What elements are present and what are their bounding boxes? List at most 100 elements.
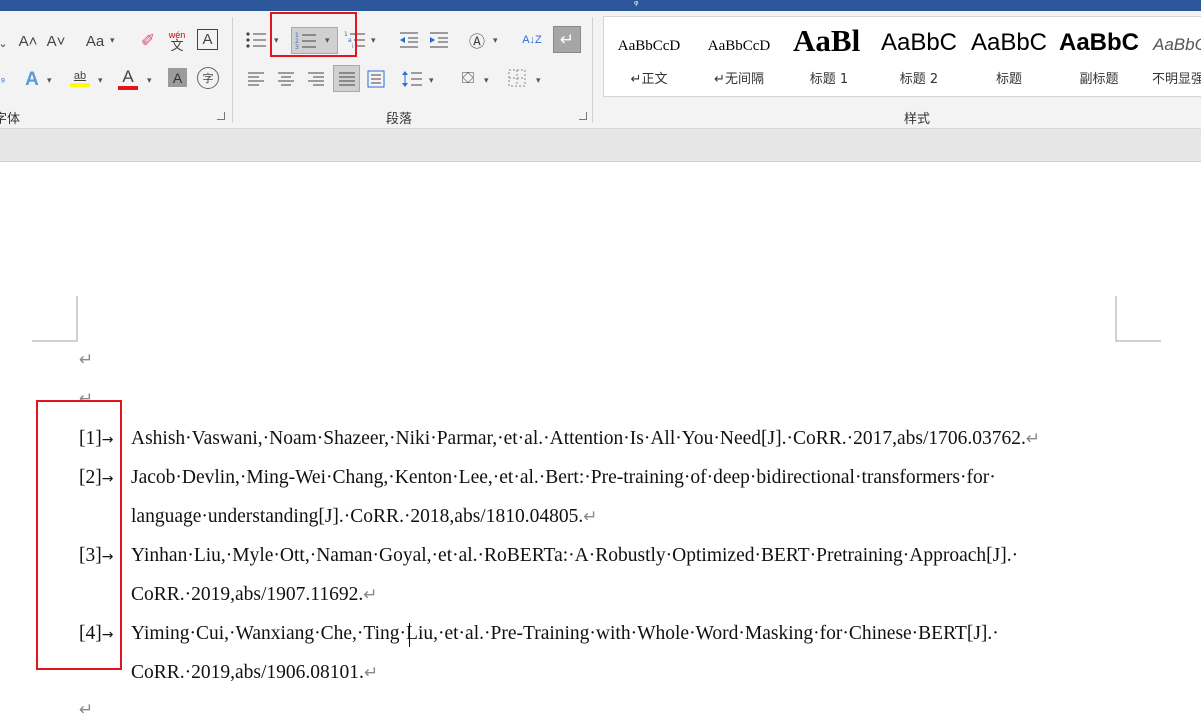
bullets-icon [246,32,266,48]
show-hide-marks-button[interactable]: ↵ [553,26,581,53]
paragraph-dialog-launcher-icon[interactable] [579,112,587,120]
font-color-button[interactable]: A [117,66,139,92]
style-normal[interactable]: AaBbCcD ↵正文 [604,17,694,96]
reference-line: Yiming·Cui,·Wanxiang·Che,·Ting·Liu,·et·a… [131,622,999,646]
empty-paragraph-mark: ↵ [79,700,94,720]
align-right-button[interactable] [306,69,326,89]
reference-text: CoRR.·2019,abs/1906.08101. [131,662,364,683]
reference-line: language·understanding[J].·CoRR.·2018,ab… [131,505,597,529]
style-sample: AaBbC [1058,29,1139,56]
style-subtle-emphasis[interactable]: AaBbC 不明显强 [1144,17,1201,96]
borders-icon [508,69,526,87]
justify-button[interactable] [333,65,360,92]
style-name: 标题 2 [899,72,939,87]
reference-text: Yinhan·Liu,·Myle·Ott,·Naman·Goyal,·et·al… [131,545,1019,566]
phonetic-guide-button[interactable]: wén 文 [166,28,188,54]
character-border-button[interactable]: A [197,29,218,50]
grow-font-icon: A˄ [18,32,38,50]
ruler-strip [0,129,1201,162]
highlighter-icon: ab [73,69,87,82]
font-color-bar [118,86,138,90]
style-name: 不明显强 [1152,72,1201,87]
line-spacing-button[interactable] [401,68,423,90]
empty-paragraph-mark: ↵ [79,350,94,370]
align-center-button[interactable] [276,69,296,89]
paragraph-mark-icon: ↵ [559,29,575,49]
highlight-button[interactable]: ab [68,66,92,90]
style-sample: AaBbC [880,29,958,56]
font-dialog-launcher-icon[interactable] [217,112,225,120]
shading-button[interactable]: ⛋ [457,67,479,91]
style-sample: AaBbCcD [617,38,681,54]
ribbon: ⌄ A˄ A˅ Aa ▾ ✐ wén 文 A ⁹ A ▾ ab ▾ A ▾ A … [0,11,1201,129]
eraser-icon: ✐ [140,31,156,50]
styles-group-label: 样式 [904,112,931,127]
grow-font-button[interactable]: A˄ [18,30,38,52]
shrink-font-icon: A˅ [46,32,66,50]
reference-line: CoRR.·2019,abs/1906.08101.↵ [131,661,378,685]
reference-line: CoRR.·2019,abs/1907.11692.↵ [131,583,377,607]
change-case-dropdown-icon[interactable]: ▾ [110,35,115,46]
asian-layout-button[interactable]: Ⓐ [465,28,489,52]
asian-layout-icon: Ⓐ [468,34,485,51]
reference-line: Jacob·Devlin,·Ming-Wei·Chang,·Kenton·Lee… [131,466,996,490]
reference-text: Ashish·Vaswani,·Noam·Shazeer,·Niki·Parma… [131,428,1026,449]
style-name: 标题 1 [809,72,849,87]
change-case-button[interactable]: Aa [82,30,108,52]
group-separator [232,17,233,123]
numbering-highlight-annotation [270,12,357,57]
paragraph-mark-icon: ↵ [1025,429,1041,449]
shading-dropdown-icon[interactable]: ▾ [484,75,489,86]
multilevel-dropdown-icon[interactable]: ▾ [371,35,376,46]
group-separator [592,17,593,123]
sort-button[interactable]: A↓Z [520,28,544,52]
font-color-icon: A [122,67,134,86]
distributed-button[interactable] [366,68,386,90]
shrink-font-button[interactable]: A˅ [46,30,66,52]
font-size-dropdown-icon[interactable]: ⌄ [0,33,9,53]
style-sample: AaBbCcD [707,38,771,54]
reference-text: Jacob·Devlin,·Ming-Wei·Chang,·Kenton·Lee… [131,467,996,488]
bullets-button[interactable] [244,28,268,52]
character-shading-icon: A [172,69,183,86]
character-shading-button[interactable]: A [168,68,187,87]
enclose-characters-button[interactable]: 字 [197,67,219,89]
borders-dropdown-icon[interactable]: ▾ [536,75,541,86]
highlight-color-bar [70,82,90,87]
align-left-button[interactable] [246,69,266,89]
highlight-dropdown-icon[interactable]: ▾ [98,75,103,86]
line-spacing-dropdown-icon[interactable]: ▾ [429,75,434,86]
style-title[interactable]: AaBbC 标题 [964,17,1054,96]
style-subtitle[interactable]: AaBbC 副标题 [1054,17,1144,96]
align-left-icon [248,72,264,86]
change-case-icon: Aa [85,32,105,50]
reference-text: language·understanding[J].·CoRR.·2018,ab… [131,506,584,527]
decrease-indent-icon [400,32,418,48]
enclose-characters-icon: 字 [202,72,214,85]
style-sample: AaBl [793,23,861,58]
borders-button[interactable] [507,68,527,88]
text-cursor [409,623,410,647]
style-heading-2[interactable]: AaBbC 标题 2 [874,17,964,96]
style-heading-1[interactable]: AaBl 标题 1 [784,17,874,96]
distributed-icon [367,70,385,88]
justify-icon [338,72,355,85]
text-effects-dropdown-icon[interactable]: ▾ [47,75,52,86]
text-effects-button[interactable]: A [21,68,43,92]
decrease-indent-button[interactable] [398,28,420,52]
margin-corner-top-left [32,296,78,342]
style-name: ↵无间隔 [714,72,764,87]
font-color-dropdown-icon[interactable]: ▾ [147,75,152,86]
text-effects-icon: A [25,69,39,90]
paragraph-mark-icon: ↵ [363,663,379,683]
style-no-spacing[interactable]: AaBbCcD ↵无间隔 [694,17,784,96]
increase-indent-button[interactable] [428,28,450,52]
paint-bucket-icon: ⛋ [461,70,475,87]
phonetic-char: 文 [170,39,184,54]
clear-formatting-button[interactable]: ✐ [136,30,160,52]
asian-layout-dropdown-icon[interactable]: ▾ [493,35,498,46]
character-border-icon: A [202,31,213,48]
align-center-icon [278,72,294,86]
font-group-label: 字体 [0,112,21,127]
reference-text: Yiming·Cui,·Wanxiang·Che,·Ting·Liu,·et·a… [131,623,999,644]
